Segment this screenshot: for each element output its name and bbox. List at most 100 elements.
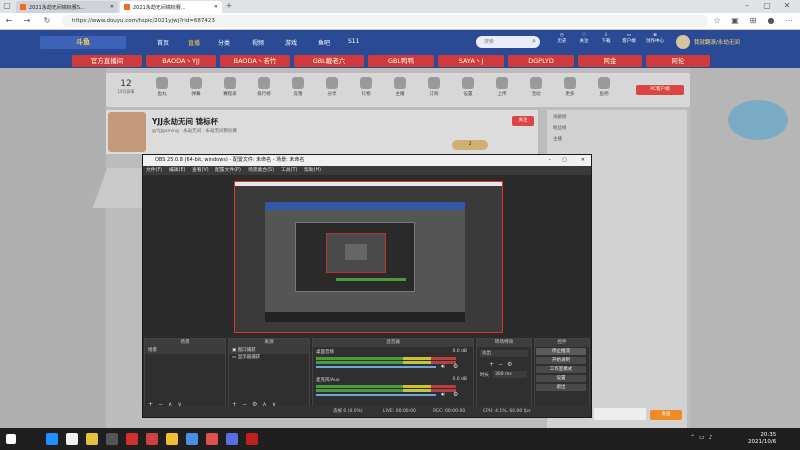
- send-button[interactable]: 发送: [650, 410, 682, 420]
- avatar[interactable]: [676, 35, 690, 49]
- nav-video[interactable]: 视频: [252, 38, 264, 47]
- banner-chip[interactable]: SAYA丶J: [438, 55, 504, 67]
- close-icon[interactable]: ✕: [581, 155, 585, 166]
- gear-icon[interactable]: ⚙: [453, 391, 458, 398]
- chat-row[interactable]: 贡献榜: [553, 114, 683, 123]
- toolbar-item[interactable]: 更多: [554, 77, 586, 97]
- close-window-icon[interactable]: ✕: [782, 1, 792, 11]
- window-menu-icon[interactable]: ▢: [2, 1, 12, 11]
- toolbar-item[interactable]: 主播: [384, 77, 416, 97]
- menu-tools[interactable]: 工具(T): [281, 166, 297, 175]
- app-icon[interactable]: [206, 433, 218, 445]
- minimize-icon[interactable]: –: [742, 1, 752, 11]
- nav-s11[interactable]: S11: [348, 38, 359, 45]
- windows-start-icon[interactable]: [6, 434, 16, 444]
- banner-chip[interactable]: GBL戴老六: [294, 55, 364, 67]
- toolbar-item[interactable]: 礼物: [350, 77, 382, 97]
- nav-category[interactable]: 分类: [218, 38, 230, 47]
- banner-chip[interactable]: GBL鸭鸭: [368, 55, 434, 67]
- history-link[interactable]: ◷ 历史: [552, 33, 572, 44]
- close-icon[interactable]: ✕: [110, 4, 114, 10]
- client-link[interactable]: ▭ 客户端: [618, 33, 640, 44]
- system-tray-icons[interactable]: ⌃▭♪: [690, 434, 717, 441]
- menu-profile[interactable]: 配置文件(P): [215, 166, 241, 175]
- toolbar-item[interactable]: 活动: [520, 77, 552, 97]
- menu-edit[interactable]: 编辑(E): [169, 166, 185, 175]
- obs-icon[interactable]: [86, 433, 98, 445]
- site-search-box[interactable]: 搜索 ⌕: [476, 36, 540, 48]
- app-icon[interactable]: [186, 433, 198, 445]
- duration-input[interactable]: 300 ms: [493, 371, 527, 378]
- site-logo[interactable]: 斗鱼: [40, 36, 126, 49]
- exit-button[interactable]: 退出: [536, 384, 586, 391]
- chat-input[interactable]: [594, 408, 646, 420]
- follow-button[interactable]: 关注: [512, 116, 534, 126]
- source-item[interactable]: ▣ 窗口捕获: [229, 347, 309, 354]
- transition-select[interactable]: 淡出: [480, 350, 528, 357]
- banner-chip[interactable]: 阿金: [578, 55, 642, 67]
- stop-streaming-button[interactable]: 停止推流: [536, 348, 586, 355]
- chat-row[interactable]: 主播: [553, 136, 683, 145]
- toolbar-item[interactable]: 上传: [486, 77, 518, 97]
- menu-file[interactable]: 文件(F): [146, 166, 162, 175]
- download-link[interactable]: ⇩ 下载: [596, 33, 616, 44]
- collections-icon[interactable]: ▣: [730, 16, 740, 26]
- toolbar-item[interactable]: 鱼丸: [146, 77, 178, 97]
- app-icon[interactable]: [246, 433, 258, 445]
- speaker-icon[interactable]: 🔊︎: [441, 363, 445, 371]
- username[interactable]: 我就翻滚/永劫无间: [694, 38, 740, 46]
- volume-slider[interactable]: [316, 394, 436, 396]
- toolbar-item[interactable]: 赛程表: [214, 77, 246, 97]
- toolbar-item[interactable]: 设置: [452, 77, 484, 97]
- banner-chip[interactable]: BAODA丶若竹: [220, 55, 290, 67]
- toolbar-item[interactable]: 订阅: [418, 77, 450, 97]
- app-icon[interactable]: [166, 433, 178, 445]
- start-recording-button[interactable]: 开始录制: [536, 357, 586, 364]
- browser-tab-1[interactable]: 2021永劫无间锦标赛S... ✕: [16, 1, 118, 13]
- toolbar-item[interactable]: 竞猜: [282, 77, 314, 97]
- toolbar-item[interactable]: 排行榜: [248, 77, 280, 97]
- toolbar-item[interactable]: 鱼吧: [588, 77, 620, 97]
- app-icon[interactable]: [146, 433, 158, 445]
- nav-live[interactable]: 直播: [188, 38, 200, 47]
- forward-icon[interactable]: →: [22, 16, 32, 26]
- volume-slider[interactable]: [316, 366, 436, 368]
- new-tab-icon[interactable]: +: [224, 1, 234, 11]
- streamer-avatar[interactable]: [108, 112, 146, 152]
- more-menu-icon[interactable]: ⋯: [784, 16, 794, 26]
- minimize-icon[interactable]: –: [549, 155, 552, 166]
- toolbar-item[interactable]: 弹幕: [180, 77, 212, 97]
- scene-item[interactable]: 场景: [145, 347, 225, 354]
- nav-yuba[interactable]: 鱼吧: [318, 38, 330, 47]
- chat-row[interactable]: 粉丝榜: [553, 125, 683, 134]
- search-input[interactable]: 搜索: [484, 38, 494, 45]
- maximize-icon[interactable]: ▢: [762, 1, 772, 11]
- studio-mode-button[interactable]: 工作室模式: [536, 366, 586, 373]
- settings-button[interactable]: 设置: [536, 375, 586, 382]
- source-item[interactable]: ▭ 显示器捕获: [229, 354, 309, 361]
- follow-link[interactable]: ♡ 关注: [574, 33, 594, 44]
- browser-tab-2[interactable]: 2021永劫无间锦标赛... ✕: [120, 1, 222, 13]
- app-icon[interactable]: [106, 433, 118, 445]
- app-icon[interactable]: [126, 433, 138, 445]
- nav-home[interactable]: 首页: [157, 38, 169, 47]
- banner-chip[interactable]: 官方直播间: [72, 55, 142, 67]
- gear-icon[interactable]: ⚙: [453, 363, 458, 370]
- nav-games[interactable]: 游戏: [285, 38, 297, 47]
- banner-chip[interactable]: 阿伦: [646, 55, 710, 67]
- favorites-icon[interactable]: ☆: [712, 16, 722, 26]
- transition-controls[interactable]: +−⚙: [489, 361, 516, 368]
- menu-view[interactable]: 查看(V): [192, 166, 209, 175]
- maximize-icon[interactable]: ▢: [562, 155, 567, 166]
- extensions-icon[interactable]: ⊞: [748, 16, 758, 26]
- address-bar[interactable]: https://www.douyu.com/topic/2021yjwj?rid…: [62, 15, 708, 27]
- obs-preview[interactable]: [234, 181, 503, 333]
- menu-scene-collection[interactable]: 场景集合(S): [248, 166, 274, 175]
- banner-chip[interactable]: BAODA丶YJJ: [146, 55, 216, 67]
- reload-icon[interactable]: ↻: [42, 16, 52, 26]
- menu-help[interactable]: 帮助(H): [304, 166, 321, 175]
- app-icon[interactable]: [226, 433, 238, 445]
- pc-client-button[interactable]: PC客户端: [636, 85, 684, 95]
- back-icon[interactable]: ←: [4, 16, 14, 26]
- profile-icon[interactable]: ●: [766, 16, 776, 26]
